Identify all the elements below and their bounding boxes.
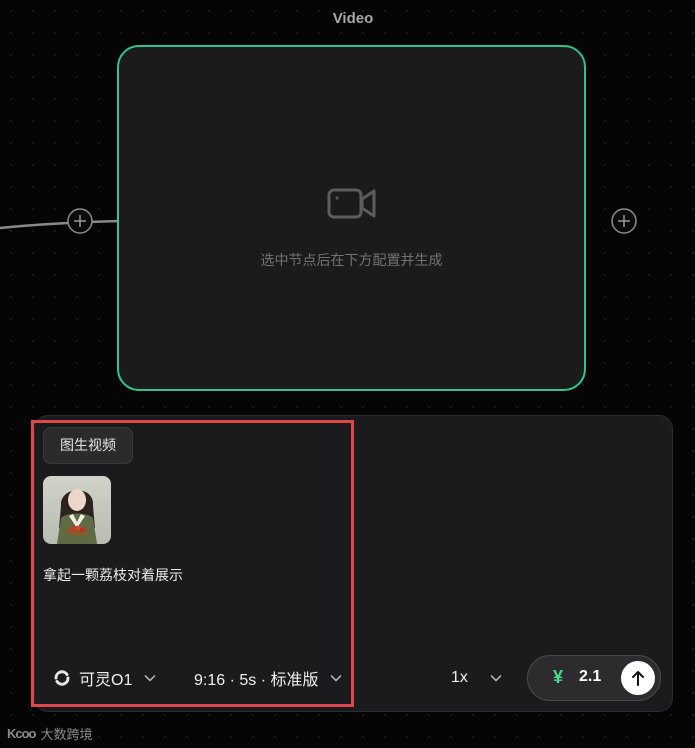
model-selector[interactable]: 可灵O1 [53, 665, 156, 691]
model-label: 可灵O1 [79, 672, 133, 689]
add-input-port-icon[interactable] [67, 208, 93, 234]
arrow-up-icon [632, 671, 644, 686]
reference-image-thumbnail[interactable] [43, 476, 111, 544]
generate-button[interactable]: ¥ 2.1 [527, 655, 661, 701]
currency-symbol: ¥ [553, 667, 564, 687]
watermark: Kcoo 大数跨境 [7, 724, 93, 743]
node-placeholder-text: 选中节点后在下方配置并生成 [260, 252, 443, 268]
chevron-down-icon [144, 674, 156, 682]
video-node[interactable]: 选中节点后在下方配置并生成 [117, 45, 586, 391]
chevron-down-icon [490, 674, 502, 682]
spec-label: 9:16 · 5s · 标准版 [194, 672, 319, 689]
mode-tag-image-to-video[interactable]: 图生视频 [43, 427, 133, 464]
speed-label: 1x [451, 669, 468, 686]
watermark-text: 大数跨境 [40, 727, 93, 742]
submit-arrow-button[interactable] [621, 661, 655, 695]
speed-selector[interactable]: 1x [451, 665, 502, 691]
node-title: Video [332, 10, 374, 27]
prompt-text[interactable]: 拿起一颗荔枝对着展示 [43, 565, 183, 585]
workflow-canvas[interactable]: Video 选中节点后在下方配置并生成 图生视频 拿起一颗荔枝对着展示 可灵O1… [0, 0, 695, 748]
cost-value: 2.1 [579, 668, 602, 685]
chevron-down-icon [330, 674, 343, 682]
add-output-port-icon[interactable] [611, 208, 637, 234]
video-camera-icon [327, 188, 376, 219]
kling-logo-icon [54, 670, 70, 686]
watermark-logo: Kcoo [7, 726, 36, 741]
connection-wire [0, 219, 121, 230]
spec-selector[interactable]: 9:16 · 5s · 标准版 [194, 665, 343, 691]
